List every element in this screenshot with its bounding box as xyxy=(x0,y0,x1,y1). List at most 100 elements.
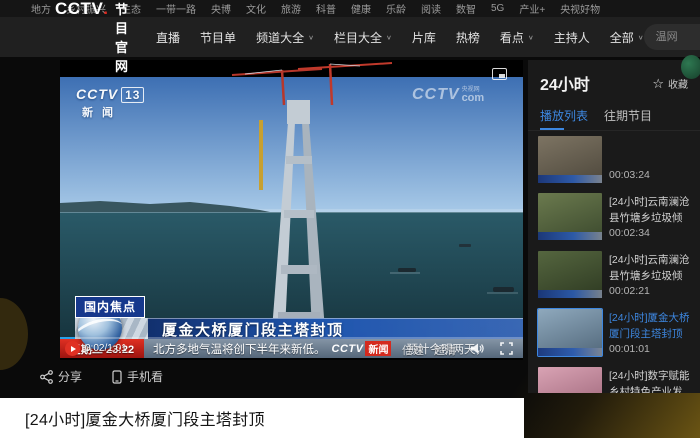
utility-nav-link[interactable]: 旅游 xyxy=(281,1,301,16)
playlist-item[interactable]: [24小时]云南澜沧县竹塘乡垃圾倾倒事件 00:02:34 xyxy=(528,188,700,246)
picture-in-picture-icon[interactable] xyxy=(492,68,507,80)
playlist-item-title: [24小时]厦金大桥厦门段主塔封顶 xyxy=(609,310,692,343)
utility-nav-link[interactable]: 健康 xyxy=(351,1,371,16)
chevron-down-icon: ∨ xyxy=(528,33,534,40)
fullscreen-icon[interactable] xyxy=(500,342,513,355)
watch-on-mobile-button[interactable]: 手机看 xyxy=(112,368,163,385)
utility-nav-link[interactable]: 数智 xyxy=(456,1,476,16)
utility-nav-link[interactable]: 央博 xyxy=(211,1,231,16)
news-headline-bar: 厦金大桥厦门段主塔封顶 xyxy=(148,318,523,339)
nav-item-label: 栏目大全 xyxy=(334,29,382,46)
chevron-down-icon: ∨ xyxy=(386,33,392,40)
progress-played xyxy=(60,337,75,339)
chevron-down-icon: ∨ xyxy=(308,33,314,40)
mobile-phone-icon xyxy=(112,370,122,384)
playlist-item-title: [24小时]数字赋能乡村特色产业发展 xyxy=(609,368,692,393)
background-green-dot xyxy=(681,55,700,79)
playlist-sidebar: 24小时 ☆ 收藏 播放列表 往期节目 00:03:24 xyxy=(528,60,700,393)
playback-speed-button[interactable]: 倍速 xyxy=(402,342,424,358)
star-icon: ☆ xyxy=(652,77,664,90)
search-box[interactable]: 热榜 xyxy=(644,24,700,50)
progress-bar[interactable] xyxy=(60,337,523,339)
play-button[interactable] xyxy=(65,341,80,356)
volume-icon[interactable] xyxy=(471,342,485,355)
main-nav: 直播 ∨ 节目单 ∨ 频道大全 ∨ 栏目大全 ∨ 片库 ∨ xyxy=(156,29,644,46)
favorite-label: 收藏 xyxy=(668,76,688,91)
page-title: [24小时]厦金大桥厦门段主塔封顶 xyxy=(25,406,265,430)
video-title-strip: [24小时]厦金大桥厦门段主塔封顶 xyxy=(0,398,524,438)
playlist-item-meta: [24小时]云南澜沧县竹塘乡垃圾倾倒事件 00:02:34 xyxy=(609,193,692,241)
ticker-text-left: 北方多地气温将创下半年来新低。 xyxy=(153,341,326,357)
nav-item[interactable]: 片库 ∨ xyxy=(412,29,436,46)
playback-time: 0:02/1:01 xyxy=(85,343,127,354)
playlist-item-meta: [24小时]厦金大桥厦门段主塔封顶 00:01:01 xyxy=(609,309,692,357)
cctv-logo-dot: . xyxy=(103,0,108,19)
utility-nav-link[interactable]: 地方 xyxy=(31,1,51,16)
nav-item[interactable]: 节目单 ∨ xyxy=(200,29,236,46)
search-area: 热榜 xyxy=(644,24,700,50)
nav-item[interactable]: 直播 ∨ xyxy=(156,29,180,46)
nav-item-label: 看点 xyxy=(500,29,524,46)
playlist-item-duration: 00:02:34 xyxy=(609,227,692,239)
nav-item[interactable]: 全部 ∨ xyxy=(610,29,644,46)
quality-button[interactable]: 超清 xyxy=(434,342,456,358)
cctv-com-watermark: CCTV 央视网 com xyxy=(412,86,484,104)
news-category-badge: 国内焦点 xyxy=(75,296,145,318)
utility-nav-link[interactable]: 文化 xyxy=(246,1,266,16)
background-left-blob xyxy=(0,298,28,370)
nav-item[interactable]: 看点 ∨ xyxy=(500,29,534,46)
sidebar-tab[interactable]: 播放列表 xyxy=(540,107,588,130)
program-title: 24小时 xyxy=(540,71,590,95)
playlist-item-title: [24小时]云南澜沧县竹塘乡垃圾倾倒事件 xyxy=(609,194,692,227)
playlist: 00:03:24 [24小时]云南澜沧县竹塘乡垃圾倾倒事件 00:02:34 [… xyxy=(528,130,700,393)
utility-nav-link[interactable]: 阅读 xyxy=(421,1,441,16)
playlist-item-meta: [24小时]云南澜沧县竹塘乡垃圾倾倒事件 00:02:21 xyxy=(609,251,692,299)
cctv-news-logo: CCTV 新闻 xyxy=(332,341,392,356)
nav-item[interactable]: 栏目大全 ∨ xyxy=(334,29,392,46)
nav-item[interactable]: 热榜 ∨ xyxy=(456,29,480,46)
favorite-button[interactable]: ☆ 收藏 xyxy=(652,76,688,91)
utility-nav-link[interactable]: 央视好物 xyxy=(560,1,600,16)
search-input[interactable] xyxy=(646,31,700,43)
video-thumbnail[interactable] xyxy=(538,251,602,298)
playlist-item[interactable]: [24小时]数字赋能乡村特色产业发展 00:02:16 xyxy=(528,362,700,393)
nav-item-label: 频道大全 xyxy=(256,29,304,46)
utility-nav-link[interactable]: 一带一路 xyxy=(156,1,196,16)
sidebar-tabs: 播放列表 往期节目 xyxy=(528,99,700,130)
nav-item-label: 节目单 xyxy=(200,29,236,46)
nav-item-label: 片库 xyxy=(412,29,436,46)
playlist-item[interactable]: [24小时]厦金大桥厦门段主塔封顶 00:01:01 xyxy=(528,304,700,362)
utility-nav-link[interactable]: 5G xyxy=(491,3,504,14)
sidebar-header: 24小时 ☆ 收藏 xyxy=(528,60,700,99)
video-action-row: 分享 手机看 xyxy=(40,368,163,385)
channel-watermark-cctv13: CCTV13 新闻 xyxy=(76,86,144,120)
playlist-item-meta: [24小时]数字赋能乡村特色产业发展 00:02:16 xyxy=(609,367,692,393)
chevron-down-icon: ∨ xyxy=(638,33,644,40)
playlist-item[interactable]: 00:03:24 xyxy=(528,131,700,188)
video-thumbnail[interactable] xyxy=(538,136,602,183)
share-icon xyxy=(40,370,53,384)
cctv-logo-text: CCTV xyxy=(55,0,103,19)
nav-item[interactable]: 频道大全 ∨ xyxy=(256,29,314,46)
share-button[interactable]: 分享 xyxy=(40,368,82,385)
nav-item[interactable]: 主持人 ∨ xyxy=(554,29,590,46)
video-thumbnail[interactable] xyxy=(538,309,602,356)
nav-item-label: 直播 xyxy=(156,29,180,46)
main-navbar: CCTV. 节目官网 直播 ∨ 节目单 ∨ 频道大全 ∨ 栏目大全 ∨ xyxy=(0,17,700,57)
utility-nav-link[interactable]: 乐龄 xyxy=(386,1,406,16)
nav-item-label: 热榜 xyxy=(456,29,480,46)
share-label: 分享 xyxy=(58,368,82,385)
video-thumbnail[interactable] xyxy=(538,367,602,393)
cctv-logo[interactable]: CCTV. 节目官网 xyxy=(55,0,128,75)
playlist-item-title: [24小时]云南澜沧县竹塘乡垃圾倾倒事件 xyxy=(609,252,692,285)
utility-nav-link[interactable]: 产业+ xyxy=(519,1,545,16)
site-name: 节目官网 xyxy=(115,0,128,75)
playlist-item[interactable]: [24小时]云南澜沧县竹塘乡垃圾倾倒事件 00:02:21 xyxy=(528,246,700,304)
nav-item-label: 全部 xyxy=(610,29,634,46)
utility-nav-link[interactable]: 科普 xyxy=(316,1,336,16)
video-thumbnail[interactable] xyxy=(538,193,602,240)
sidebar-tab[interactable]: 往期节目 xyxy=(604,107,652,130)
playlist-item-duration: 00:01:01 xyxy=(609,343,692,355)
playlist-item-duration: 00:03:24 xyxy=(609,169,692,181)
video-player[interactable]: CCTV13 新闻 CCTV 央视网 com 国内焦点 厦金大桥厦门段主塔封顶 … xyxy=(60,60,523,360)
